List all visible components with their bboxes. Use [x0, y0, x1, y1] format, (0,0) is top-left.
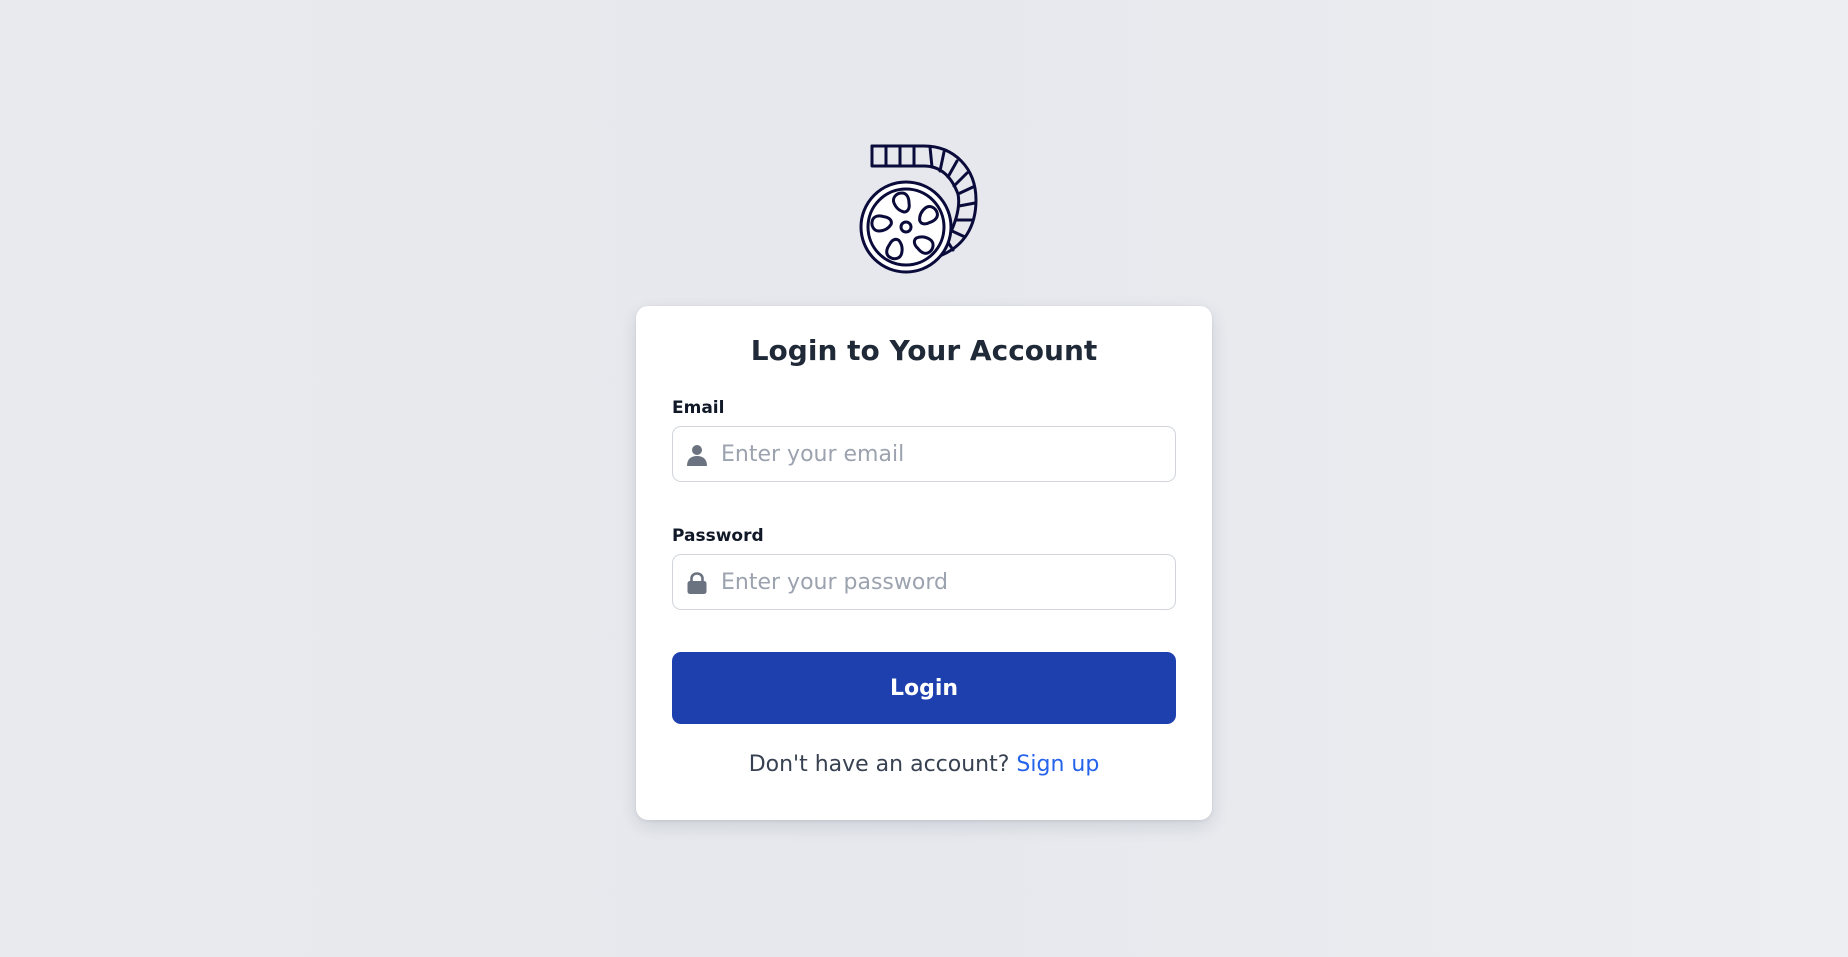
film-reel-icon — [859, 144, 978, 274]
login-button[interactable]: Login — [672, 652, 1176, 724]
signup-row: Don't have an account? Sign up — [636, 752, 1212, 777]
signup-link[interactable]: Sign up — [1016, 752, 1099, 777]
email-field-container — [672, 426, 1176, 482]
email-label: Email — [672, 398, 725, 418]
lock-icon — [687, 572, 707, 594]
signup-prompt: Don't have an account? — [748, 752, 1017, 777]
password-label: Password — [672, 526, 764, 546]
page-title: Login to Your Account — [750, 334, 1098, 367]
email-input[interactable] — [721, 427, 1161, 481]
password-field-container — [672, 554, 1176, 610]
password-input[interactable] — [721, 555, 1161, 609]
user-icon — [687, 445, 707, 466]
login-card: Login to Your Account Email Password Log… — [636, 306, 1212, 820]
